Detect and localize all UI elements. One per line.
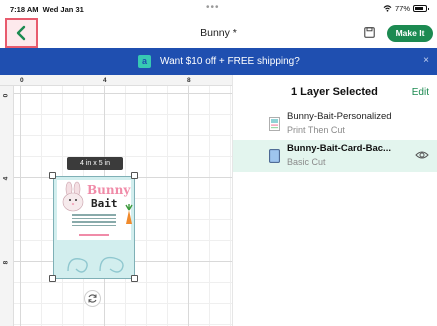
card-body-text <box>72 214 116 228</box>
eye-icon[interactable] <box>415 150 429 160</box>
promo-icon: a <box>138 55 151 68</box>
layers-panel-title: 1 Layer Selected <box>291 86 378 98</box>
ruler-tick-label: 8 <box>2 260 10 265</box>
layer-name: Bunny-Bait-Personalized <box>287 111 392 122</box>
resize-handle-top-left[interactable] <box>49 172 56 179</box>
rotate-button[interactable] <box>84 290 101 307</box>
print-then-cut-icon <box>269 117 280 131</box>
close-icon[interactable]: × <box>423 55 429 66</box>
rotate-icon <box>88 294 97 303</box>
card-swirl-pattern <box>67 256 124 273</box>
battery-icon <box>413 5 429 12</box>
promo-text: Want $10 off + FREE shipping? <box>160 56 300 67</box>
ruler-tick-label: 4 <box>2 176 10 181</box>
card-signature-line <box>79 234 109 236</box>
layer-row-selected[interactable]: Bunny-Bait-Card-Bac... Basic Cut <box>233 140 437 172</box>
dimension-label: 4 in x 5 in <box>67 157 123 170</box>
edit-button[interactable]: Edit <box>412 87 429 98</box>
status-time: 7:18 AM Wed Jan 31 <box>10 5 84 14</box>
top-header: Bunny * Make It <box>0 18 437 48</box>
ruler-tick-label: 0 <box>20 77 24 84</box>
ruler-tick-label: 4 <box>103 77 107 84</box>
layer-name: Bunny-Bait-Card-Bac... <box>287 143 391 154</box>
save-icon[interactable] <box>364 27 375 38</box>
card-print-area: Bunny Bait <box>57 180 133 240</box>
ruler-tick-label: 8 <box>187 77 191 84</box>
multitask-dots[interactable]: ••• <box>206 2 220 13</box>
design-space-screen: 7:18 AM Wed Jan 31 ••• 77% Bunny * Make … <box>0 0 437 326</box>
battery-percent: 77% <box>394 4 410 13</box>
bunny-bait-card[interactable]: Bunny Bait <box>53 176 135 279</box>
ruler-left: 0 4 8 <box>0 86 14 326</box>
bunny-illustration <box>62 181 84 212</box>
layers-panel: 1 Layer Selected Edit Bunny-Bait-Persona… <box>232 75 437 326</box>
ruler-tick-label: 0 <box>2 93 10 98</box>
layer-row[interactable]: Bunny-Bait-Personalized Print Then Cut <box>233 108 437 140</box>
wifi-icon <box>383 5 392 12</box>
back-button[interactable] <box>5 18 38 48</box>
status-bar: 7:18 AM Wed Jan 31 ••• 77% <box>0 0 437 18</box>
chevron-left-icon <box>16 25 26 41</box>
basic-cut-layer-icon <box>269 149 280 163</box>
layer-operation: Print Then Cut <box>287 125 345 135</box>
make-it-button[interactable]: Make It <box>387 25 433 42</box>
card-title-bunny: Bunny <box>87 183 131 197</box>
status-right: 77% <box>383 4 429 13</box>
promo-banner[interactable]: a Want $10 off + FREE shipping? × <box>0 48 437 75</box>
layer-operation: Basic Cut <box>287 157 326 167</box>
resize-handle-top-right[interactable] <box>131 172 138 179</box>
resize-handle-bottom-left[interactable] <box>49 275 56 282</box>
ruler-top: 0 4 8 <box>0 75 232 86</box>
resize-handle-bottom-right[interactable] <box>131 275 138 282</box>
card-title-bait: Bait <box>91 197 118 210</box>
carrot-icon <box>125 204 133 224</box>
